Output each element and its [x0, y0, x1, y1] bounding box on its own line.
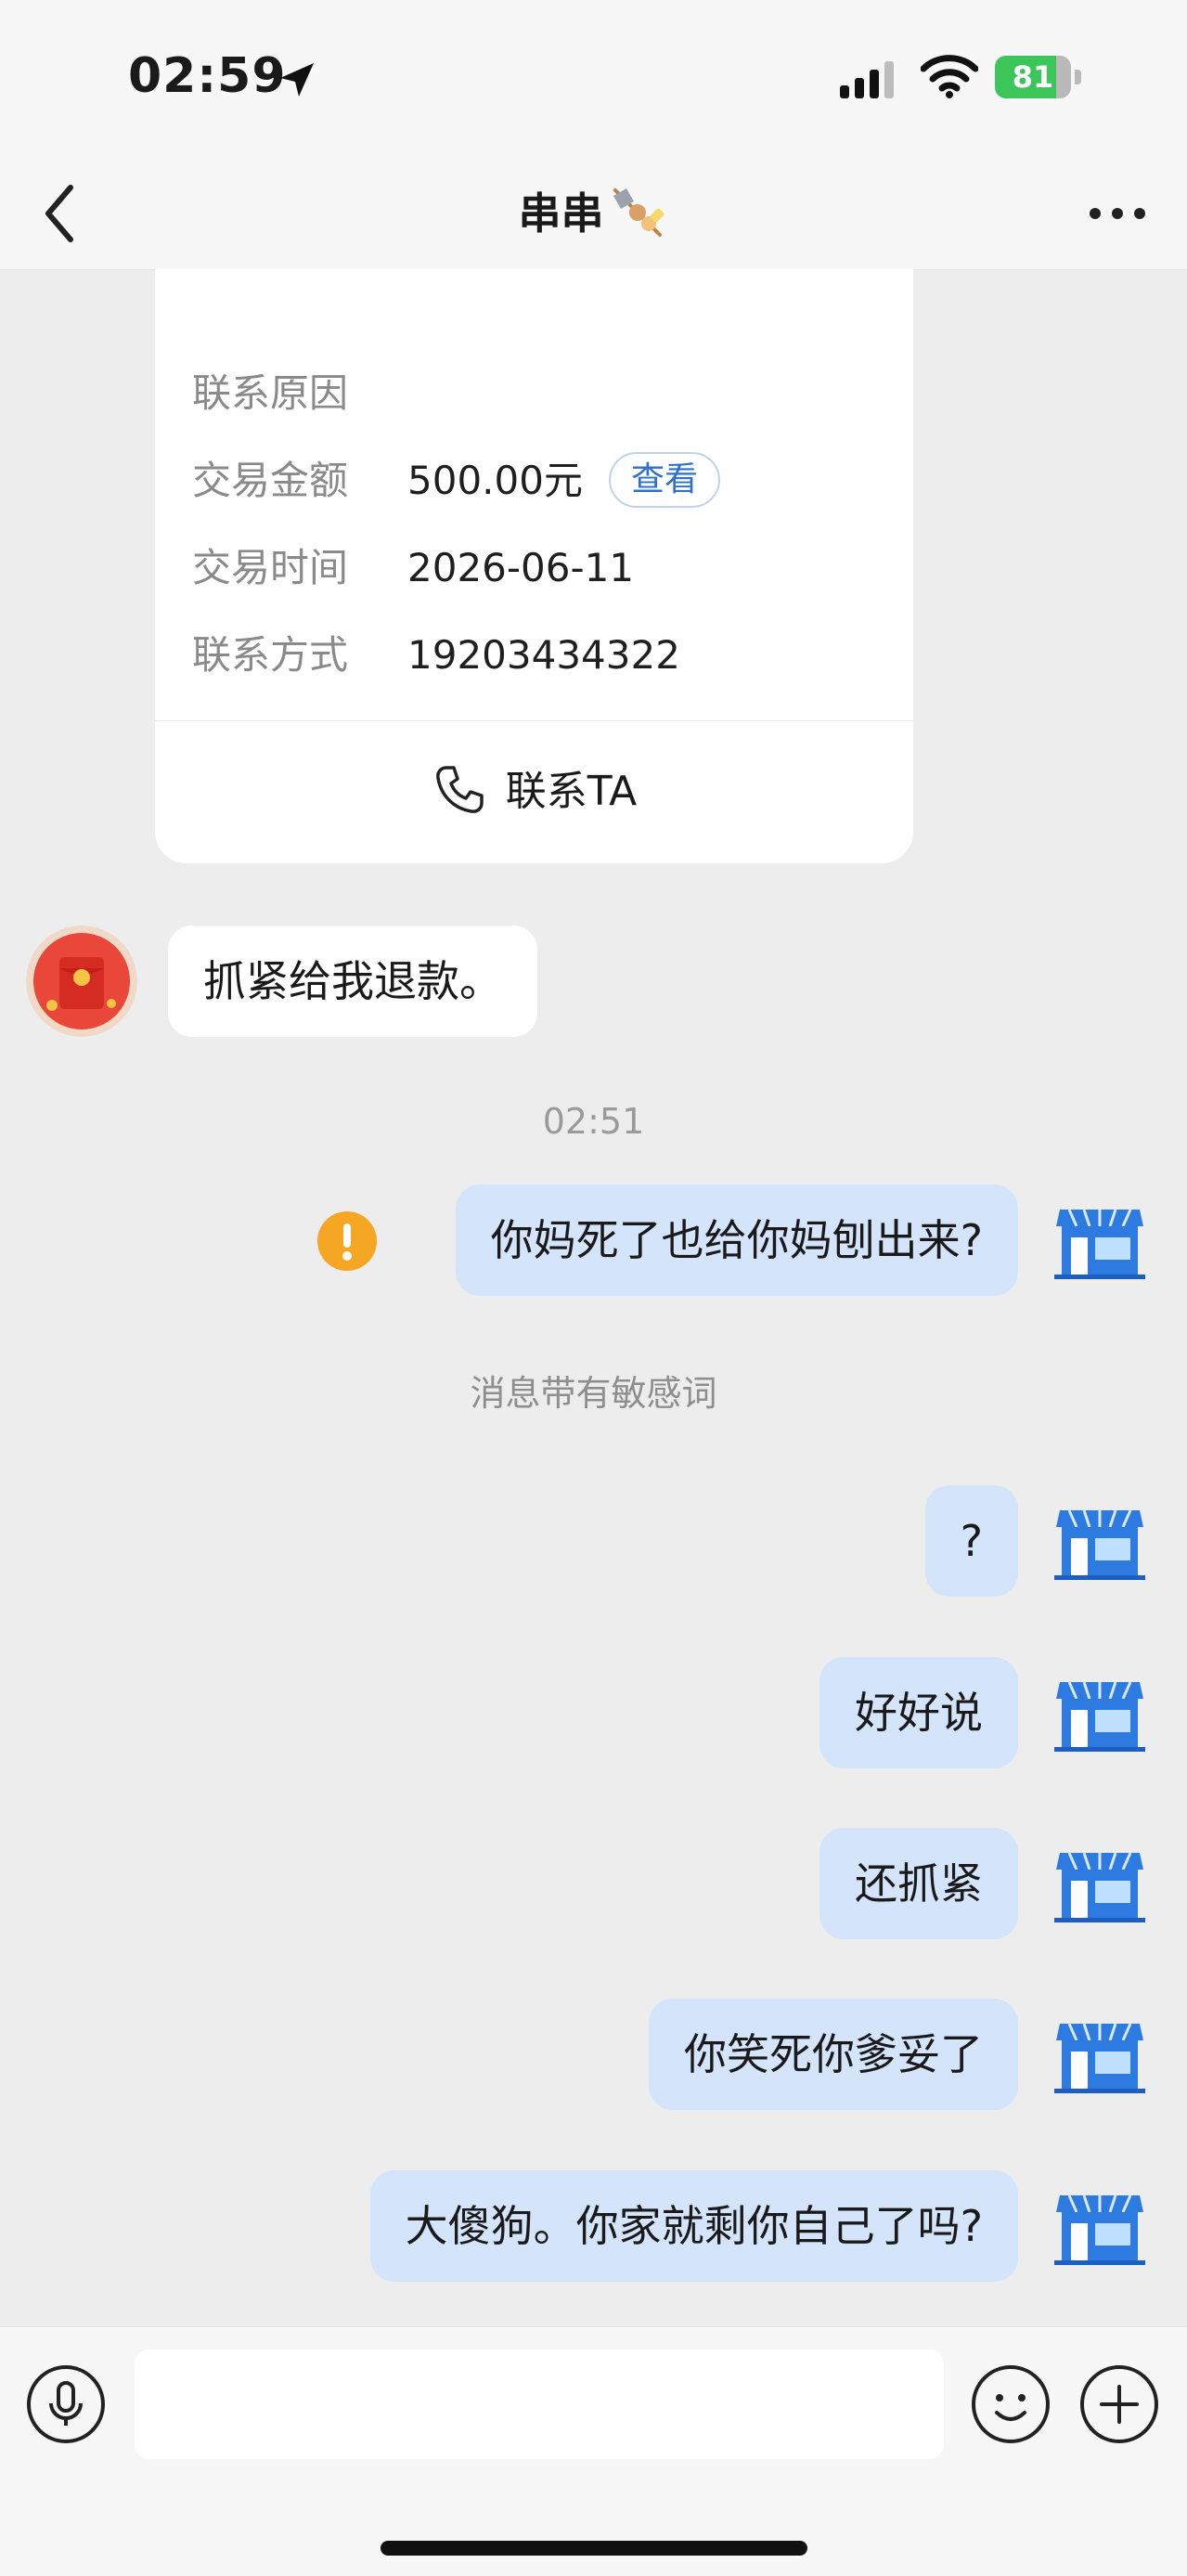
skewer-emoji-icon	[613, 188, 664, 237]
wifi-icon	[921, 55, 978, 98]
battery-cap	[1075, 70, 1081, 84]
storefront-icon	[1054, 1681, 1145, 1752]
home-indicator[interactable]	[381, 2541, 807, 2556]
more-dots-icon	[1090, 208, 1101, 219]
more-dot	[1134, 208, 1145, 219]
microphone-icon[interactable]	[26, 2364, 106, 2444]
card-row-reason: 联系原因	[192, 366, 407, 421]
outgoing-message-bubble[interactable]: 还抓紧	[819, 1828, 1018, 1939]
exclamation-warning-icon[interactable]	[317, 1211, 377, 1271]
more-button[interactable]	[1088, 199, 1147, 227]
location-arrow-icon	[280, 63, 314, 97]
storefront-icon	[1054, 2194, 1145, 2265]
avatar[interactable]	[1049, 1662, 1151, 1764]
card-label: 联系方式	[192, 632, 349, 678]
transaction-card: 联系原因 交易金额 500.00元 查看 交易时间 2026-06-11 联系方式 19…	[155, 269, 913, 863]
storefront-icon	[1054, 1852, 1145, 1922]
cellular-signal-icon	[840, 61, 894, 98]
battery-body: 81	[995, 56, 1071, 98]
outgoing-message-bubble[interactable]: 你笑死你爹妥了	[649, 1999, 1018, 2110]
input-bar	[0, 2326, 1187, 2576]
chat-title-wrap: 串串	[0, 158, 1187, 269]
card-value: 2026-06-11	[407, 545, 635, 590]
nav-bar: 串串	[0, 158, 1187, 270]
avatar[interactable]	[26, 926, 137, 1037]
outgoing-message-bubble[interactable]: 大傻狗。你家就剩你自己了吗?	[369, 2170, 1018, 2282]
status-time: 02:59	[128, 48, 287, 104]
card-row-time: 交易时间 2026-06-11	[192, 540, 634, 596]
outgoing-message-bubble[interactable]: 好好说	[819, 1657, 1018, 1768]
outgoing-message-bubble[interactable]: 你妈死了也给你妈刨出来?	[455, 1184, 1018, 1296]
card-row-contact: 联系方式 19203434322	[192, 628, 680, 683]
battery-indicator: 81	[995, 56, 1082, 98]
contact-button[interactable]: 联系TA	[155, 722, 913, 861]
avatar[interactable]	[1049, 1490, 1151, 1592]
card-divider	[155, 720, 913, 721]
card-value: 19203434322	[407, 632, 680, 678]
avatar[interactable]	[1049, 1189, 1151, 1291]
red-envelope-avatar-icon	[26, 926, 137, 1037]
card-label: 联系原因	[192, 370, 349, 416]
incoming-message-bubble[interactable]: 抓紧给我退款。	[168, 926, 537, 1037]
contact-label: 联系TA	[505, 768, 638, 815]
view-button[interactable]: 查看	[608, 451, 720, 508]
card-row-amount: 交易金额 500.00元 查看	[192, 451, 720, 509]
avatar[interactable]	[1049, 2175, 1151, 2277]
smiley-icon[interactable]	[971, 2364, 1051, 2444]
message-timestamp: 02:51	[542, 1101, 645, 1142]
avatar[interactable]	[1049, 1832, 1151, 1935]
status-bar: 02:59 81	[0, 0, 1187, 158]
card-value: 500.00元	[407, 458, 583, 503]
outgoing-message-bubble[interactable]: ?	[924, 1485, 1018, 1597]
card-label: 交易金额	[192, 458, 349, 503]
battery-percent: 81	[1012, 59, 1054, 95]
storefront-icon	[1054, 1509, 1145, 1580]
sensitive-word-notice: 消息带有敏感词	[470, 1373, 717, 1414]
avatar[interactable]	[1049, 2003, 1151, 2105]
storefront-icon	[1054, 1209, 1145, 1279]
message-input[interactable]	[135, 2349, 944, 2459]
card-label: 交易时间	[192, 545, 349, 590]
phone-icon	[435, 766, 484, 813]
storefront-icon	[1054, 2023, 1145, 2093]
chat-title: 串串	[518, 188, 604, 239]
plus-circle-icon[interactable]	[1079, 2364, 1159, 2444]
more-dot	[1112, 208, 1123, 219]
